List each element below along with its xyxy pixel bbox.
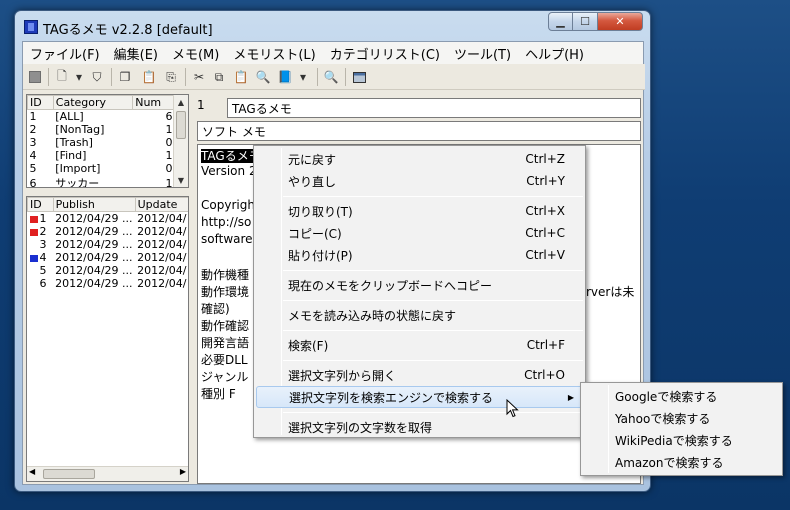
memo-restore-icon[interactable]: ⎘ [163,69,179,85]
copy-icon[interactable]: ⧉ [211,69,227,85]
toolbar: 🗋 ▾ ⛉ ❐ 📋 ⎘ ✂ ⧉ 📋 🔍 📘 ▾ 🔍 [23,64,645,90]
category-scroll-thumb[interactable] [176,111,186,139]
maximize-button[interactable]: ☐ [573,12,598,31]
menu-copy[interactable]: コピー(C) Ctrl+C [256,222,583,244]
category-row[interactable]: 5 [Import] 0 [28,162,175,175]
submenu-amazon[interactable]: Amazonで検索する [583,451,780,473]
menu-bar: ファイル(F) 編集(E) メモ(M) メモリスト(L) カテゴリリスト(C) … [23,42,643,64]
scroll-down-icon[interactable]: ▼ [174,173,188,187]
memo-line: 必要DLL [201,353,248,367]
memo-row[interactable]: 6 2012/04/29 ... 2012/04/ [28,277,189,290]
menu-search-engine[interactable]: 選択文字列を検索エンジンで検索する ▶ [256,386,583,408]
menu-revert-memo[interactable]: メモを読み込み時の状態に戻す [256,304,583,326]
menu-help[interactable]: ヘルプ(H) [518,44,591,63]
memo-line: 開発言語 [201,336,250,350]
memo-line: Version 2 [201,164,257,178]
memo-row[interactable]: 5 2012/04/29 ... 2012/04/ [28,264,189,277]
submenu-wikipedia[interactable]: WikiPediaで検索する [583,429,780,451]
submenu-yahoo[interactable]: Yahooで検索する [583,407,780,429]
category-row[interactable]: 2 [NonTag] 1 [28,123,175,136]
memo-line: 種別 F [201,387,236,401]
menu-redo[interactable]: やり直し Ctrl+Y [256,170,583,192]
book-dropdown-icon[interactable]: ▾ [295,69,311,85]
scroll-right-icon[interactable]: ▶ [180,467,186,476]
memo-list-hscrollbar[interactable]: ◀ ▶ [27,466,188,481]
submenu-arrow-icon: ▶ [567,392,574,402]
title-bar[interactable]: TAGるメモ v2.2.8 [default] ▁ ☐ ✕ [15,11,650,41]
mouse-cursor-icon [506,399,519,418]
menu-count-characters[interactable]: 選択文字列の文字数を取得 [256,416,583,438]
menu-category-list[interactable]: カテゴリリスト(C) [323,44,447,63]
menu-file[interactable]: ファイル(F) [23,44,107,63]
memo-list[interactable]: ID Publish Update 1 2012/04/29 ... 2012/04… [26,196,189,482]
memo-line: ジャンル [201,370,249,384]
category-row[interactable]: 1 [ALL] 6 [28,110,175,123]
menu-paste[interactable]: 貼り付け(P) Ctrl+V [256,244,583,266]
cut-icon[interactable]: ✂ [191,69,207,85]
flag-icon [29,215,38,223]
memo-line: 動作機種 [201,268,250,282]
memo-header-id[interactable]: ID [27,197,54,212]
new-memo-icon[interactable]: 🗋 [54,69,70,85]
memo-line: 確認) [201,302,230,316]
submenu-google[interactable]: Googleで検索する [583,385,780,407]
menu-undo[interactable]: 元に戻す Ctrl+Z [256,148,583,170]
book-icon[interactable]: 📘 [277,69,293,85]
menu-cut[interactable]: 切り取り(T) Ctrl+X [256,200,583,222]
menu-memo-list[interactable]: メモリスト(L) [226,44,322,63]
memo-line: 動作環境 [201,285,250,299]
search-icon[interactable]: 🔍 [323,69,339,85]
context-menu: 元に戻す Ctrl+Z やり直し Ctrl+Y 切り取り(T) Ctrl+X コピー(… [253,145,586,438]
minimize-button[interactable]: ▁ [548,12,573,31]
flag-icon [29,254,38,262]
memo-tags-field[interactable]: ソフト メモ [197,121,641,141]
memo-scroll-thumb[interactable] [43,469,95,479]
menu-memo[interactable]: メモ(M) [165,44,226,63]
category-header-num[interactable]: Num [132,95,175,110]
menu-tools[interactable]: ツール(T) [447,44,518,63]
menu-open-from-selection[interactable]: 選択文字列から開く Ctrl+O [256,364,583,386]
category-header-name[interactable]: Category [52,95,134,110]
menu-search[interactable]: 検索(F) Ctrl+F [256,334,583,356]
app-icon [24,20,38,34]
memo-header-update[interactable]: Update [134,197,188,212]
dropdown-arrow-icon[interactable]: ▾ [71,69,87,85]
scroll-left-icon[interactable]: ◀ [29,467,35,476]
memo-row[interactable]: 4 2012/04/29 ... 2012/04/ [28,251,189,264]
memo-row[interactable]: 1 2012/04/29 ... 2012/04/ [28,212,189,225]
memo-row[interactable]: 3 2012/04/29 ... 2012/04/ [28,238,189,251]
window-icon[interactable] [351,69,367,85]
category-header-id[interactable]: ID [27,95,54,110]
memo-paste-icon[interactable]: 📋 [141,69,157,85]
flag-icon [29,228,38,236]
stop-icon[interactable] [27,69,43,85]
paste-icon[interactable]: 📋 [233,69,249,85]
menu-copy-memo-to-clipboard[interactable]: 現在のメモをクリップボードへコピー [256,274,583,296]
memo-line: 動作確認 [201,319,250,333]
memo-line: http://so [201,215,252,229]
search-engine-submenu: Googleで検索する Yahooで検索する WikiPediaで検索する Am… [580,382,783,476]
category-list[interactable]: ID Category Num 1 [ALL] 6 2 [NonTag] 1 3 [Tra… [26,94,189,188]
memo-header-publish[interactable]: Publish [52,197,136,212]
category-scrollbar[interactable]: ▲ ▼ [173,95,188,187]
category-row[interactable]: 6 サッカー 1 [28,175,175,188]
window-title: TAGるメモ v2.2.8 [default] [43,23,213,38]
preview-icon[interactable]: 🔍 [255,69,271,85]
selected-text: TAGるメモ [201,149,261,163]
memo-title-field[interactable]: TAGるメモ [227,98,641,118]
memo-line: rverは未 [586,285,635,299]
memo-id-label: 1 [197,98,205,112]
tag-filter-icon[interactable]: ⛉ [89,69,105,85]
category-row[interactable]: 4 [Find] 1 [28,149,175,162]
memo-copy-icon[interactable]: ❐ [117,69,133,85]
memo-line: Copyright [201,198,260,212]
close-button[interactable]: ✕ [598,12,643,31]
category-row[interactable]: 3 [Trash] 0 [28,136,175,149]
menu-edit[interactable]: 編集(E) [107,44,165,63]
memo-row[interactable]: 2 2012/04/29 ... 2012/04/ [28,225,189,238]
scroll-up-icon[interactable]: ▲ [174,95,188,109]
